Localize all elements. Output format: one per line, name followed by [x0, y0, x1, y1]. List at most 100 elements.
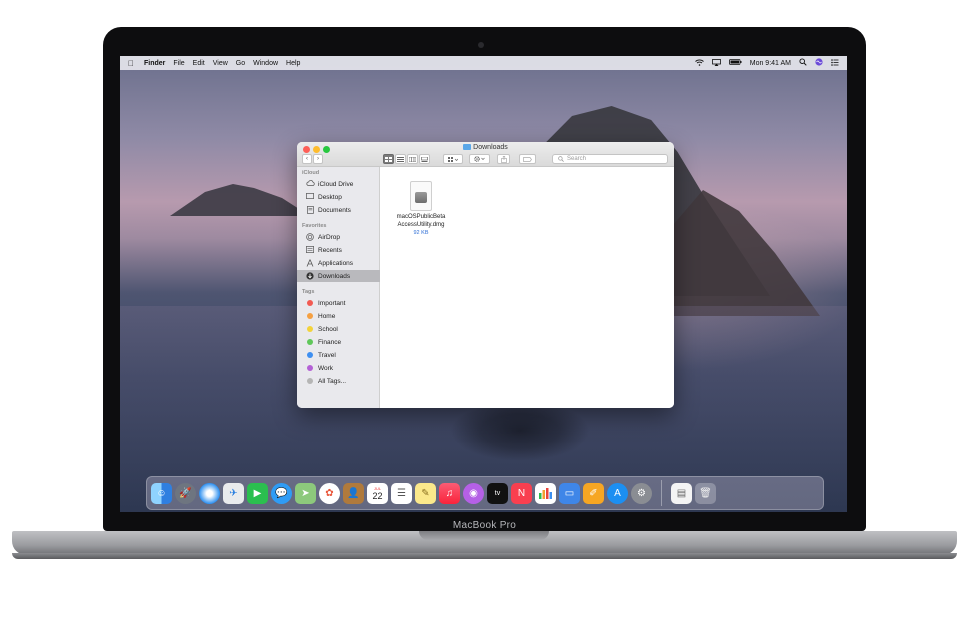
sidebar-tag-label: All Tags... — [318, 377, 347, 385]
sidebar-tag-work[interactable]: Work — [297, 362, 380, 374]
share-button[interactable] — [497, 154, 510, 164]
search-placeholder: Search — [567, 156, 587, 162]
calendar-dock-icon[interactable]: JUL 22 — [367, 482, 388, 504]
tag-dot-icon — [307, 365, 313, 371]
file-item[interactable]: macOSPublicBeta AccessUtility.dmg 92 KB — [392, 181, 450, 236]
siri-icon[interactable] — [815, 58, 823, 68]
sidebar-item-applications[interactable]: Applications — [297, 257, 380, 269]
maps-dock-icon[interactable]: ➤ — [295, 482, 316, 504]
sidebar-tag-label: Travel — [318, 351, 336, 359]
menu-window[interactable]: Window — [253, 60, 278, 67]
group-button[interactable] — [443, 154, 463, 164]
podcasts-dock-icon[interactable]: ◉ — [463, 482, 484, 504]
menubar:  Finder File Edit View Go Window Help M… — [120, 56, 847, 70]
folder-icon — [463, 144, 472, 150]
action-button[interactable] — [469, 154, 490, 164]
sidebar-item-label: Documents — [318, 206, 351, 214]
wallpaper-island-left — [170, 184, 310, 216]
sidebar-item-label: Downloads — [318, 272, 351, 280]
share-icon — [500, 155, 507, 163]
grid-icon — [448, 156, 458, 162]
tag-dot-icon — [307, 378, 313, 384]
notes-dock-icon[interactable]: ✎ — [415, 482, 436, 504]
file-browser-area[interactable]: macOSPublicBeta AccessUtility.dmg 92 KB — [380, 167, 674, 408]
battery-icon[interactable] — [728, 59, 742, 67]
messages-dock-icon[interactable]: 💬 — [271, 482, 292, 504]
dock: ☺ 🚀 ✦ ✈ ▶ 💬 ➤ ✿ 👤 JUL 22 ☰ ✎ ♫ ◉ tv N ▭ … — [146, 476, 824, 510]
tv-dock-icon[interactable]: tv — [487, 482, 508, 504]
tag-dot-icon — [307, 300, 313, 306]
sidebar-item-recents[interactable]: Recents — [297, 244, 380, 256]
back-button[interactable]: ‹ — [302, 154, 312, 164]
sidebar-tag-school[interactable]: School — [297, 323, 380, 335]
launchpad-dock-icon[interactable]: 🚀 — [175, 482, 196, 504]
menu-file[interactable]: File — [173, 60, 184, 67]
finder-dock-icon[interactable]: ☺ — [151, 482, 172, 504]
search-icon — [558, 156, 564, 162]
icon-view-icon — [385, 156, 392, 162]
sidebar-heading-favorites: Favorites — [302, 223, 327, 229]
sidebar-tag-label: Finance — [318, 338, 342, 346]
menu-finder[interactable]: Finder — [144, 60, 165, 67]
trash-dock-icon[interactable]: 🗑 — [695, 482, 716, 504]
pages-dock-icon[interactable]: ✐ — [583, 482, 604, 504]
menu-go[interactable]: Go — [236, 60, 245, 67]
disk-image-icon — [415, 192, 427, 203]
wallpaper-rocks — [450, 401, 590, 461]
sidebar-tag-travel[interactable]: Travel — [297, 349, 380, 361]
apple-icon[interactable]:  — [128, 59, 134, 68]
icon-view-button[interactable] — [383, 154, 394, 164]
sidebar-tag-label: Work — [318, 364, 334, 372]
numbers-dock-icon[interactable] — [535, 482, 556, 504]
notification-center-icon[interactable] — [831, 58, 839, 68]
facetime-dock-icon[interactable]: ▶ — [247, 482, 268, 504]
wifi-icon[interactable] — [694, 59, 704, 68]
sidebar-item-label: iCloud Drive — [318, 180, 354, 188]
keynote-dock-icon[interactable]: ▭ — [559, 482, 580, 504]
mail-dock-icon[interactable]: ✈ — [223, 482, 244, 504]
gear-icon — [474, 156, 485, 162]
applications-icon — [306, 259, 314, 267]
sidebar-item-downloads[interactable]: Downloads — [297, 270, 380, 282]
reminders-dock-icon[interactable]: ☰ — [391, 482, 412, 504]
file-size: 92 KB — [413, 230, 429, 236]
clock-label[interactable]: Mon 9:41 AM — [750, 60, 791, 67]
sidebar-item-icloud-drive[interactable]: iCloud Drive — [297, 178, 380, 190]
tags-button[interactable] — [519, 154, 536, 164]
news-dock-icon[interactable]: N — [511, 482, 532, 504]
menu-edit[interactable]: Edit — [193, 60, 205, 67]
sidebar-tag-finance[interactable]: Finance — [297, 336, 380, 348]
music-dock-icon[interactable]: ♫ — [439, 482, 460, 504]
menu-help[interactable]: Help — [286, 60, 300, 67]
column-view-button[interactable] — [407, 154, 418, 164]
sidebar-tag-all[interactable]: All Tags... — [297, 375, 380, 387]
sidebar-item-label: AirDrop — [318, 233, 341, 241]
sidebar: iCloud iCloud Drive Desktop Documents Fa — [297, 167, 380, 408]
sidebar-item-label: Desktop — [318, 193, 342, 201]
screen:  Finder File Edit View Go Window Help M… — [120, 56, 847, 512]
search-icon[interactable] — [799, 58, 807, 68]
search-field[interactable]: Search — [552, 154, 668, 164]
menu-view[interactable]: View — [213, 60, 228, 67]
app-store-dock-icon[interactable]: A — [607, 482, 628, 504]
tag-dot-icon — [307, 339, 313, 345]
sidebar-item-desktop[interactable]: Desktop — [297, 191, 380, 203]
tag-icon — [523, 156, 532, 162]
forward-button[interactable]: › — [313, 154, 323, 164]
window-titlebar[interactable]: Downloads ‹ › Search — [297, 142, 674, 167]
sidebar-item-airdrop[interactable]: AirDrop — [297, 231, 380, 243]
downloads-stack-dock-icon[interactable]: ▤ — [671, 482, 692, 504]
system-preferences-dock-icon[interactable]: ⚙ — [631, 482, 652, 504]
safari-dock-icon[interactable]: ✦ — [199, 482, 220, 504]
photos-dock-icon[interactable]: ✿ — [319, 482, 340, 504]
sidebar-item-documents[interactable]: Documents — [297, 204, 380, 216]
sidebar-tag-label: School — [318, 325, 338, 333]
gallery-view-button[interactable] — [419, 154, 430, 164]
desktop-icon — [306, 193, 314, 201]
list-view-button[interactable] — [395, 154, 406, 164]
contacts-dock-icon[interactable]: 👤 — [343, 482, 364, 504]
airplay-icon[interactable] — [711, 58, 721, 68]
documents-icon — [306, 206, 314, 214]
sidebar-tag-important[interactable]: Important — [297, 297, 380, 309]
sidebar-tag-home[interactable]: Home — [297, 310, 380, 322]
